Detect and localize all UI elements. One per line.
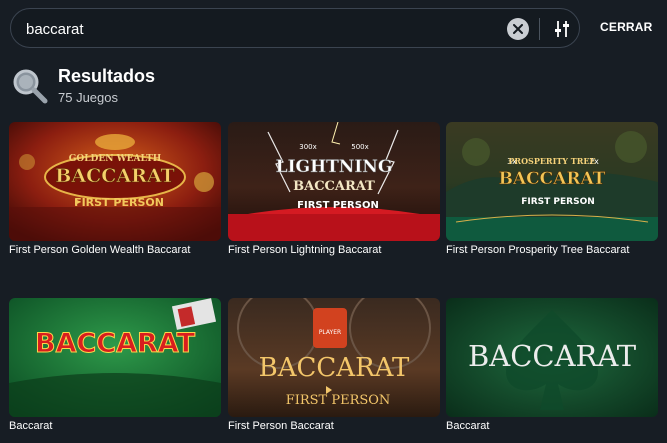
game-title: First Person Baccarat [228,420,334,432]
game-thumbnail: 3x 2x PROSPERITY TREE BACCARAT FIRST PER… [446,122,658,241]
game-title: First Person Lightning Baccarat [228,244,382,256]
game-title: Baccarat [9,420,53,432]
art-main-text: BACCARAT [468,339,637,373]
game-thumbnail: BACCARAT [446,298,658,417]
art-sub-text: FIRST PERSON [521,197,595,207]
chip-text: PLAYER [319,329,341,336]
art-sub-text: FIRST PERSON [286,393,391,408]
filter-button[interactable] [551,18,573,40]
search-input[interactable] [26,18,496,40]
game-title: First Person Prosperity Tree Baccarat [446,244,630,256]
multiplier-text: 500x [351,143,369,151]
game-card-baccarat[interactable]: BACCARAT Baccarat [9,298,221,432]
art-main-text: BACCARAT [259,353,410,383]
art-sub-text: FIRST PERSON [297,200,379,211]
game-thumbnail: BACCARAT [9,298,221,417]
art-main-text: BACCARAT [499,169,606,189]
game-thumbnail: 300x 500x LIGHTNING BACCARAT FIRST PERSO… [228,122,440,241]
game-card-first-person-baccarat[interactable]: PLAYER BACCARAT FIRST PERSON First Perso… [228,298,440,432]
art-top-text: LIGHTNING [276,157,393,177]
game-title: Baccarat [446,420,490,432]
game-card-prosperity-tree-baccarat[interactable]: 3x 2x PROSPERITY TREE BACCARAT FIRST PER… [446,122,658,256]
game-card-lightning-baccarat[interactable]: 300x 500x LIGHTNING BACCARAT FIRST PERSO… [228,122,440,256]
game-thumbnail: PLAYER BACCARAT FIRST PERSON [228,298,440,417]
art-top-text: GOLDEN WEALTH [69,154,162,164]
game-title: First Person Golden Wealth Baccarat [9,244,191,256]
search-icon [10,66,50,106]
game-card-baccarat-spade[interactable]: BACCARAT Baccarat [446,298,658,432]
close-button[interactable]: CERRAR [600,20,653,34]
art-main-text: BACCARAT [55,165,174,187]
close-icon [513,24,523,34]
sliders-icon [555,21,569,37]
art-sub-text: FIRST PERSON [74,196,164,209]
clear-search-button[interactable] [507,18,529,40]
search-bar [10,8,580,48]
art-main-text: BACCARAT [35,328,196,359]
art-main-text: BACCARAT [293,179,375,194]
results-title: Resultados [58,66,156,86]
results-count: 75 Juegos [58,90,118,105]
art-top-text: PROSPERITY TREE [508,156,595,166]
multiplier-text: 300x [299,143,317,151]
game-card-golden-wealth-baccarat[interactable]: GOLDEN WEALTH BACCARAT FIRST PERSON Firs… [9,122,221,256]
search-divider [539,18,540,40]
game-thumbnail: GOLDEN WEALTH BACCARAT FIRST PERSON [9,122,221,241]
